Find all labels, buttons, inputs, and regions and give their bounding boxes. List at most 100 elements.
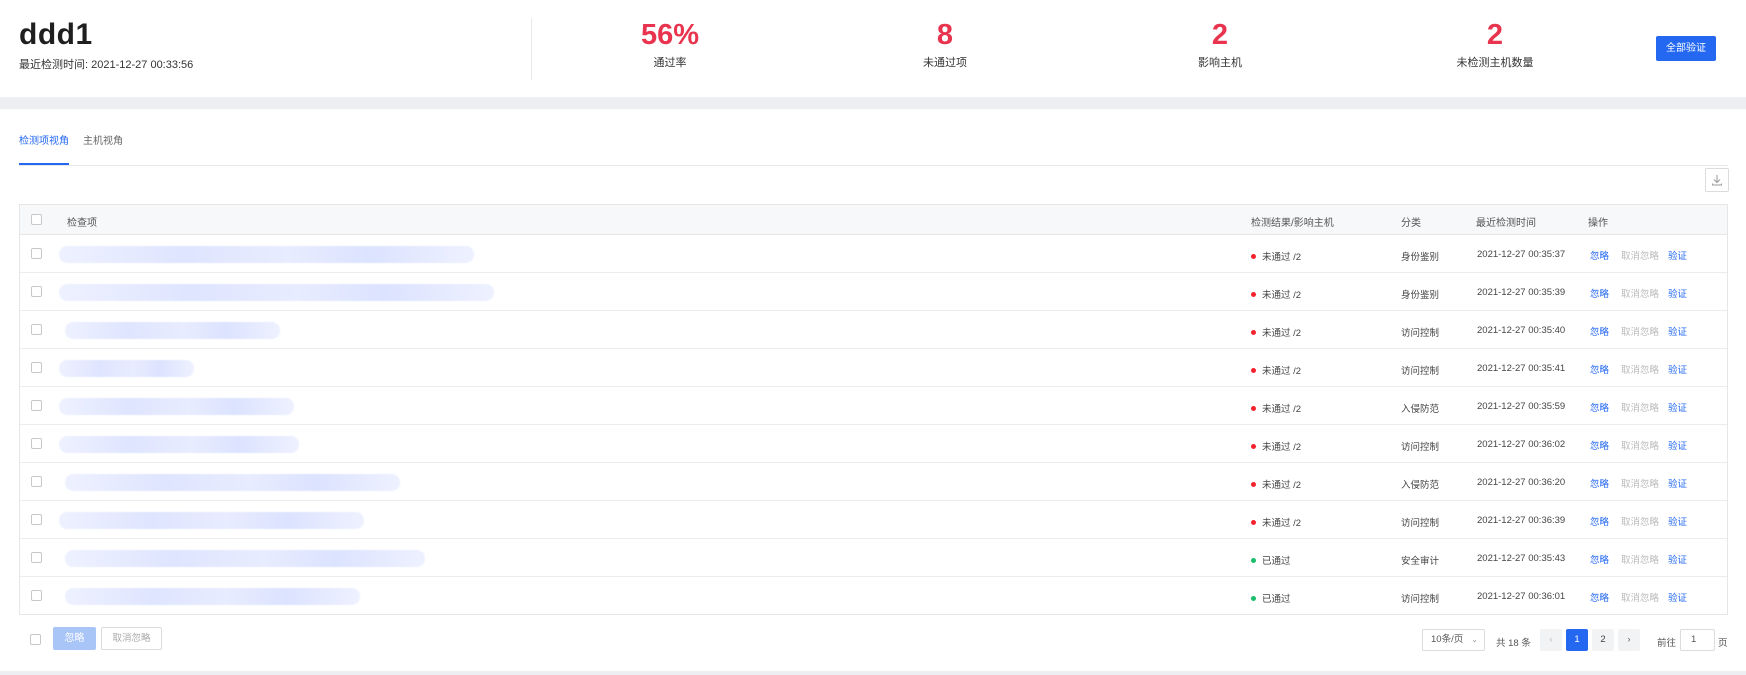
result-text: 未通过 /2 (1262, 290, 1302, 301)
page-2-button[interactable]: 2 (1592, 629, 1614, 651)
row-checkbox[interactable] (31, 324, 42, 335)
verify-link[interactable]: 验证 (1668, 324, 1687, 338)
category-cell: 身份鉴别 (1401, 290, 1440, 301)
result-text: 未通过 /2 (1262, 518, 1302, 529)
result-cell: 未通过 /2 (1251, 325, 1301, 339)
tab-host-view[interactable]: 主机视角 (83, 136, 123, 165)
table-row: 未通过 /2 访问控制 2021-12-27 00:36:02 忽略 取消忽略 验证 (20, 425, 1727, 463)
stat-value: 2 (1486, 19, 1504, 51)
row-checkbox[interactable] (31, 476, 42, 487)
result-text: 未通过 /2 (1262, 404, 1302, 415)
status-dot (1251, 520, 1256, 525)
cancel-ignore-link[interactable]: 取消忽略 (1621, 552, 1659, 566)
download-button[interactable] (1705, 168, 1729, 192)
row-checkbox[interactable] (31, 438, 42, 449)
result-text: 未通过 /2 (1262, 252, 1302, 263)
verify-link[interactable]: 验证 (1668, 362, 1687, 376)
page-1-button[interactable]: 1 (1566, 629, 1588, 651)
verify-link[interactable]: 验证 (1668, 400, 1687, 414)
row-checkbox[interactable] (31, 590, 42, 601)
result-text: 未通过 /2 (1262, 366, 1302, 377)
cancel-ignore-link[interactable]: 取消忽略 (1621, 324, 1659, 338)
category-cell: 安全审计 (1401, 556, 1440, 567)
cancel-ignore-link[interactable]: 取消忽略 (1621, 476, 1659, 490)
check-item-name-redacted (59, 360, 194, 377)
summary-divider (531, 18, 532, 80)
bulk-ignore-button[interactable]: 忽略 (53, 627, 96, 650)
status-dot (1251, 596, 1256, 601)
row-checkbox[interactable] (31, 362, 42, 373)
status-dot (1251, 292, 1256, 297)
row-checkbox[interactable] (31, 248, 42, 259)
last-check-cell: 2021-12-27 00:35:40 (1477, 325, 1566, 336)
row-checkbox[interactable] (31, 514, 42, 525)
ignore-link[interactable]: 忽略 (1590, 400, 1609, 414)
ignore-link[interactable]: 忽略 (1590, 552, 1609, 566)
last-check-label: 最近检测时间: (19, 59, 89, 71)
main-panel: 检测项视角 主机视角 检查项 检测结果/影响主机 分类 最近检测时间 操作 未通… (0, 109, 1746, 671)
ignore-link[interactable]: 忽略 (1590, 248, 1609, 262)
ignore-link[interactable]: 忽略 (1590, 438, 1609, 452)
view-tabs: 检测项视角 主机视角 (19, 134, 1728, 166)
status-dot (1251, 482, 1256, 487)
check-item-name-redacted (65, 322, 280, 339)
cancel-ignore-link[interactable]: 取消忽略 (1621, 514, 1659, 528)
verify-link[interactable]: 验证 (1668, 438, 1687, 452)
stat-label: 未通过项 (923, 57, 967, 69)
prev-page-button[interactable]: ‹ (1540, 629, 1562, 651)
ignore-link[interactable]: 忽略 (1590, 324, 1609, 338)
result-text: 已通过 (1262, 594, 1291, 605)
header-last-check: 最近检测时间 (1476, 218, 1536, 229)
category-cell: 入侵防范 (1401, 404, 1440, 415)
stat-value: 56% (640, 19, 700, 51)
check-item-name-redacted (65, 588, 360, 605)
verify-link[interactable]: 验证 (1668, 286, 1687, 300)
footer-select-all-checkbox[interactable] (30, 634, 41, 645)
status-dot (1251, 558, 1256, 563)
ignore-link[interactable]: 忽略 (1590, 476, 1609, 490)
verify-link[interactable]: 验证 (1668, 514, 1687, 528)
table-row: 已通过 访问控制 2021-12-27 00:36:01 忽略 取消忽略 验证 (20, 577, 1727, 615)
stat-unchecked-hosts: 2 未检测主机数量 (1395, 18, 1595, 70)
check-item-name-redacted (59, 512, 364, 529)
tab-check-item-view[interactable]: 检测项视角 (19, 136, 69, 165)
download-icon (1712, 175, 1722, 186)
goto-page-input[interactable]: 1 (1680, 629, 1715, 651)
last-check-cell: 2021-12-27 00:35:37 (1477, 249, 1566, 260)
table-row: 未通过 /2 身份鉴别 2021-12-27 00:35:39 忽略 取消忽略 验证 (20, 273, 1727, 311)
select-all-checkbox[interactable] (31, 214, 42, 225)
cancel-ignore-link[interactable]: 取消忽略 (1621, 286, 1659, 300)
row-checkbox[interactable] (31, 400, 42, 411)
check-items-table: 检查项 检测结果/影响主机 分类 最近检测时间 操作 未通过 /2 身份鉴别 202… (19, 204, 1728, 615)
ignore-link[interactable]: 忽略 (1590, 514, 1609, 528)
cancel-ignore-link[interactable]: 取消忽略 (1621, 590, 1659, 604)
cancel-ignore-link[interactable]: 取消忽略 (1621, 248, 1659, 262)
bulk-cancel-ignore-button[interactable]: 取消忽略 (101, 627, 162, 650)
cancel-ignore-link[interactable]: 取消忽略 (1621, 438, 1659, 452)
category-cell: 访问控制 (1401, 594, 1440, 605)
header-result: 检测结果/影响主机 (1251, 218, 1334, 229)
cancel-ignore-link[interactable]: 取消忽略 (1621, 400, 1659, 414)
ignore-link[interactable]: 忽略 (1590, 362, 1609, 376)
result-cell: 已通过 (1251, 553, 1291, 567)
status-dot (1251, 368, 1256, 373)
cancel-ignore-link[interactable]: 取消忽略 (1621, 362, 1659, 376)
result-cell: 已通过 (1251, 591, 1291, 605)
next-page-button[interactable]: › (1618, 629, 1640, 651)
category-cell: 访问控制 (1401, 328, 1440, 339)
verify-link[interactable]: 验证 (1668, 476, 1687, 490)
stat-value: 8 (936, 19, 954, 51)
table-row: 未通过 /2 身份鉴别 2021-12-27 00:35:37 忽略 取消忽略 验证 (20, 235, 1727, 273)
verify-link[interactable]: 验证 (1668, 248, 1687, 262)
verify-link[interactable]: 验证 (1668, 552, 1687, 566)
ignore-link[interactable]: 忽略 (1590, 590, 1609, 604)
verify-all-button[interactable]: 全部验证 (1656, 36, 1716, 61)
verify-link[interactable]: 验证 (1668, 590, 1687, 604)
ignore-link[interactable]: 忽略 (1590, 286, 1609, 300)
page-size-select[interactable]: 10条/页 ⌄ (1422, 629, 1485, 651)
chevron-down-icon: ⌄ (1471, 635, 1478, 644)
result-cell: 未通过 /2 (1251, 287, 1301, 301)
row-checkbox[interactable] (31, 286, 42, 297)
row-checkbox[interactable] (31, 552, 42, 563)
result-cell: 未通过 /2 (1251, 515, 1301, 529)
